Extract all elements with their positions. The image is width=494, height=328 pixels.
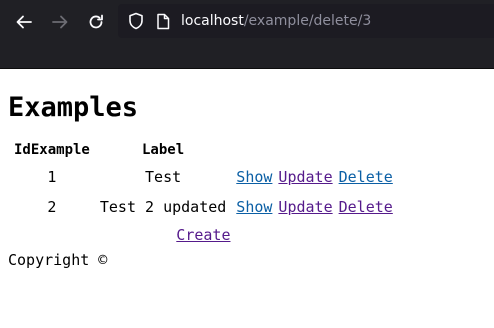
url-path: /example/delete/3 bbox=[243, 13, 372, 29]
show-link[interactable]: Show bbox=[236, 198, 272, 216]
column-header-empty bbox=[234, 139, 274, 161]
table-row: 2 Test 2 updated Show Update Delete bbox=[12, 193, 395, 221]
page-title: Examples bbox=[8, 92, 139, 123]
page-content: Examples IdExample Label 1 Test Show Upd… bbox=[0, 92, 494, 269]
delete-link[interactable]: Delete bbox=[339, 198, 393, 216]
forward-arrow-icon bbox=[52, 15, 68, 29]
footer-copyright: Copyright © bbox=[8, 251, 108, 269]
column-header-idexample: IdExample bbox=[14, 142, 90, 158]
shield-icon[interactable] bbox=[127, 12, 145, 30]
update-link[interactable]: Update bbox=[278, 198, 332, 216]
table-header-row: IdExample Label bbox=[12, 139, 395, 161]
examples-table: IdExample Label 1 Test Show Update Delet… bbox=[10, 137, 397, 249]
label-cell: Test 2 updated bbox=[99, 198, 227, 216]
table-row: 1 Test Show Update Delete bbox=[12, 163, 395, 191]
id-cell: 2 bbox=[47, 198, 57, 216]
column-header-empty bbox=[276, 139, 334, 161]
create-link[interactable]: Create bbox=[176, 226, 230, 244]
create-row: Create bbox=[12, 223, 395, 247]
back-arrow-icon bbox=[16, 15, 32, 29]
id-cell: 1 bbox=[47, 168, 57, 186]
reload-icon bbox=[89, 14, 103, 29]
update-link[interactable]: Update bbox=[278, 168, 332, 186]
delete-link[interactable]: Delete bbox=[339, 168, 393, 186]
url-text[interactable]: localhost/example/delete/3 bbox=[181, 13, 371, 29]
url-host: localhost bbox=[181, 13, 244, 29]
page-icon[interactable] bbox=[155, 12, 171, 30]
browser-toolbar: localhost/example/delete/3 bbox=[0, 0, 494, 69]
back-button[interactable] bbox=[10, 8, 38, 36]
column-header-label: Label bbox=[142, 142, 185, 158]
reload-button[interactable] bbox=[82, 8, 110, 36]
column-header-empty bbox=[337, 139, 395, 161]
show-link[interactable]: Show bbox=[236, 168, 272, 186]
forward-button[interactable] bbox=[46, 8, 74, 36]
label-cell: Test bbox=[145, 168, 182, 186]
address-bar[interactable]: localhost/example/delete/3 bbox=[118, 4, 494, 38]
